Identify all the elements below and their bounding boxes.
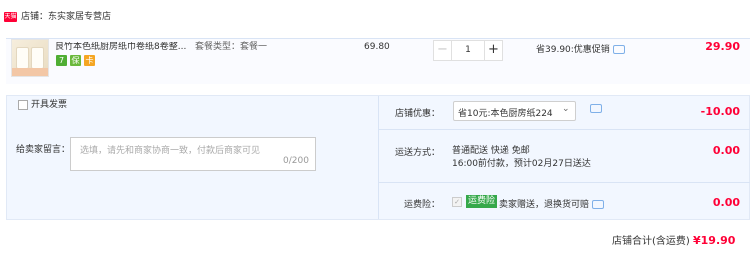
- insurance-badge: 运费险: [466, 195, 498, 208]
- quantity-stepper: − 1 +: [433, 40, 503, 61]
- shipping-value: 0.00: [712, 144, 740, 157]
- store-total-value: ¥19.90: [693, 234, 736, 247]
- shipping-eta: 16:00前付款，预计02月27日送达: [452, 159, 591, 169]
- insurance-value: 0.00: [712, 196, 740, 209]
- store-header: [0, 0, 754, 38]
- product-label-strip: [12, 68, 48, 76]
- promotion-saving: 省39.90:优惠促销: [536, 42, 625, 55]
- unit-price: 69.80: [364, 42, 390, 52]
- chat-bubble-icon[interactable]: [590, 104, 602, 113]
- memo-char-count: 0/200: [283, 156, 309, 166]
- product-spec: 套餐类型：套餐一: [195, 42, 268, 52]
- store-total-label: 店铺合计(含运费): [612, 236, 690, 247]
- chat-bubble-icon[interactable]: [612, 45, 625, 54]
- insurance-description: 卖家赠送，退换货可赔: [499, 200, 590, 210]
- invoice-checkbox[interactable]: [18, 100, 28, 110]
- invoice-label[interactable]: 开具发票: [31, 100, 67, 111]
- chat-bubble-icon[interactable]: [592, 200, 605, 209]
- store-discount-selected: 省10元:本色厨房纸224: [458, 109, 553, 119]
- discount-chat-icon[interactable]: [587, 104, 602, 114]
- store-discount-label: 店铺优惠：: [395, 109, 441, 119]
- store-name[interactable]: 店铺：东实家居专营店: [21, 12, 111, 23]
- shipping-info: 普通配送 快递 免邮 16:00前付款，预计02月27日送达: [452, 145, 591, 171]
- chevron-down-icon: ⌄: [562, 104, 570, 114]
- memo-label: 给卖家留言：: [16, 145, 71, 155]
- memo-placeholder: 选填，请先和商家协商一致，付款后商家可见: [80, 146, 261, 156]
- paper-roll-image: [31, 47, 44, 69]
- quantity-input[interactable]: 1: [452, 41, 484, 60]
- increase-quantity-button[interactable]: +: [484, 41, 502, 60]
- product-title[interactable]: 良竹本色纸厨房纸巾卷纸8卷整...: [55, 42, 195, 53]
- insurance-checkbox[interactable]: ✓: [452, 197, 462, 207]
- store-discount-value: -10.00: [700, 105, 740, 118]
- service-icons: 7 保 卡: [56, 55, 95, 66]
- row-divider: [378, 182, 750, 183]
- decrease-quantity-button[interactable]: −: [434, 41, 452, 60]
- shipping-method: 普通配送 快递 免邮: [452, 146, 530, 156]
- guarantee-icon: 保: [70, 55, 81, 66]
- item-subtotal: 29.90: [705, 40, 740, 53]
- paper-roll-image: [16, 47, 29, 69]
- product-thumbnail[interactable]: [11, 39, 49, 77]
- panel-divider: [378, 96, 379, 219]
- tmall-badge: 天猫: [4, 12, 17, 22]
- card-payment-icon: 卡: [84, 55, 95, 66]
- seven-day-return-icon: 7: [56, 55, 67, 66]
- insurance-text: 卖家赠送，退换货可赔: [499, 197, 605, 210]
- row-divider: [378, 129, 750, 130]
- insurance-label: 运费险：: [404, 200, 441, 210]
- shipping-label: 运送方式：: [395, 148, 441, 158]
- saving-text: 省39.90:优惠促销: [536, 45, 610, 55]
- store-total: 店铺合计(含运费) ¥19.90: [612, 232, 735, 247]
